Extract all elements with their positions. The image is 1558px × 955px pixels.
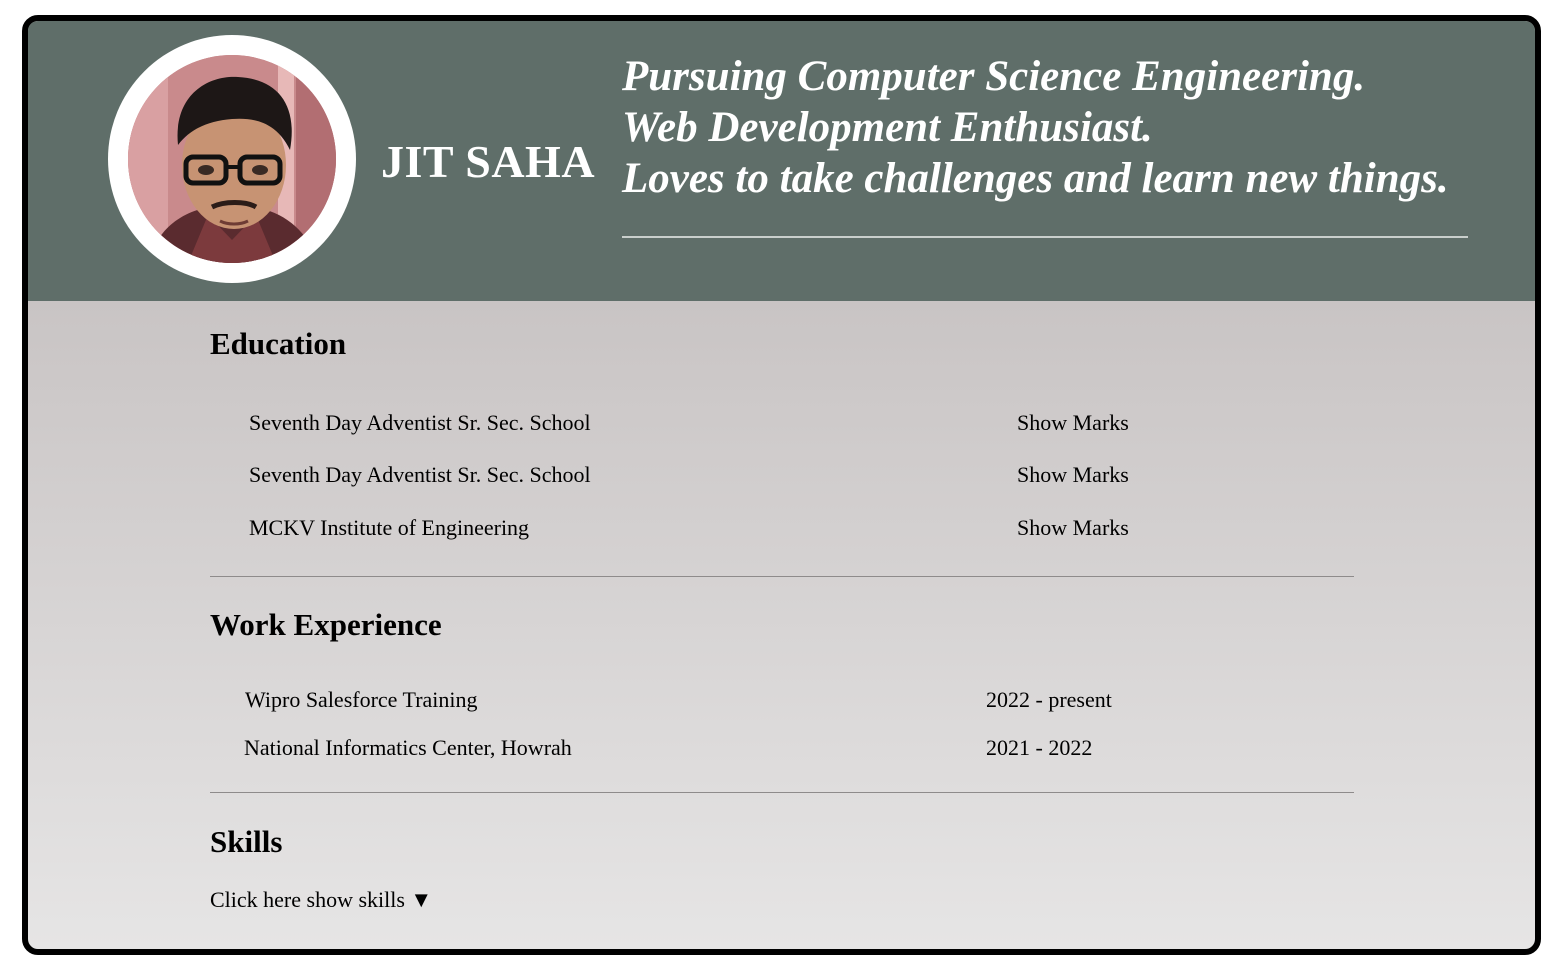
profile-header: JIT SAHA Pursuing Computer Science Engin… <box>28 21 1535 301</box>
education-heading: Education <box>210 326 347 361</box>
work-experience-heading: Work Experience <box>210 607 442 642</box>
show-marks-button[interactable]: Show Marks <box>1017 462 1129 488</box>
skills-heading: Skills <box>210 824 283 859</box>
avatar <box>128 55 336 263</box>
work-organization: National Informatics Center, Howrah <box>244 735 572 760</box>
tagline-line: Pursuing Computer Science Engineering. <box>622 53 1366 100</box>
show-marks-button[interactable]: Show Marks <box>1017 410 1129 436</box>
education-institution: Seventh Day Adventist Sr. Sec. School <box>249 410 591 435</box>
tagline-line: Web Development Enthusiast. <box>622 104 1153 151</box>
show-skills-toggle[interactable]: Click here show skills ▼ <box>210 887 432 913</box>
work-period: 2022 - present <box>986 687 1112 712</box>
work-organization: Wipro Salesforce Training <box>245 687 478 712</box>
show-marks-button[interactable]: Show Marks <box>1017 515 1129 541</box>
avatar-ring <box>108 35 356 283</box>
education-institution: Seventh Day Adventist Sr. Sec. School <box>249 462 591 487</box>
tagline-line: Loves to take challenges and learn new t… <box>622 155 1449 202</box>
profile-tagline: Pursuing Computer Science Engineering. W… <box>622 51 1449 204</box>
work-period: 2021 - 2022 <box>986 735 1093 760</box>
profile-name: JIT SAHA <box>381 136 596 187</box>
section-divider <box>210 576 1354 577</box>
resume-page: JIT SAHA Pursuing Computer Science Engin… <box>22 15 1541 955</box>
education-institution: MCKV Institute of Engineering <box>249 515 530 540</box>
section-divider <box>210 792 1354 793</box>
profile-photo-illustration <box>128 55 336 263</box>
header-divider <box>622 236 1468 238</box>
